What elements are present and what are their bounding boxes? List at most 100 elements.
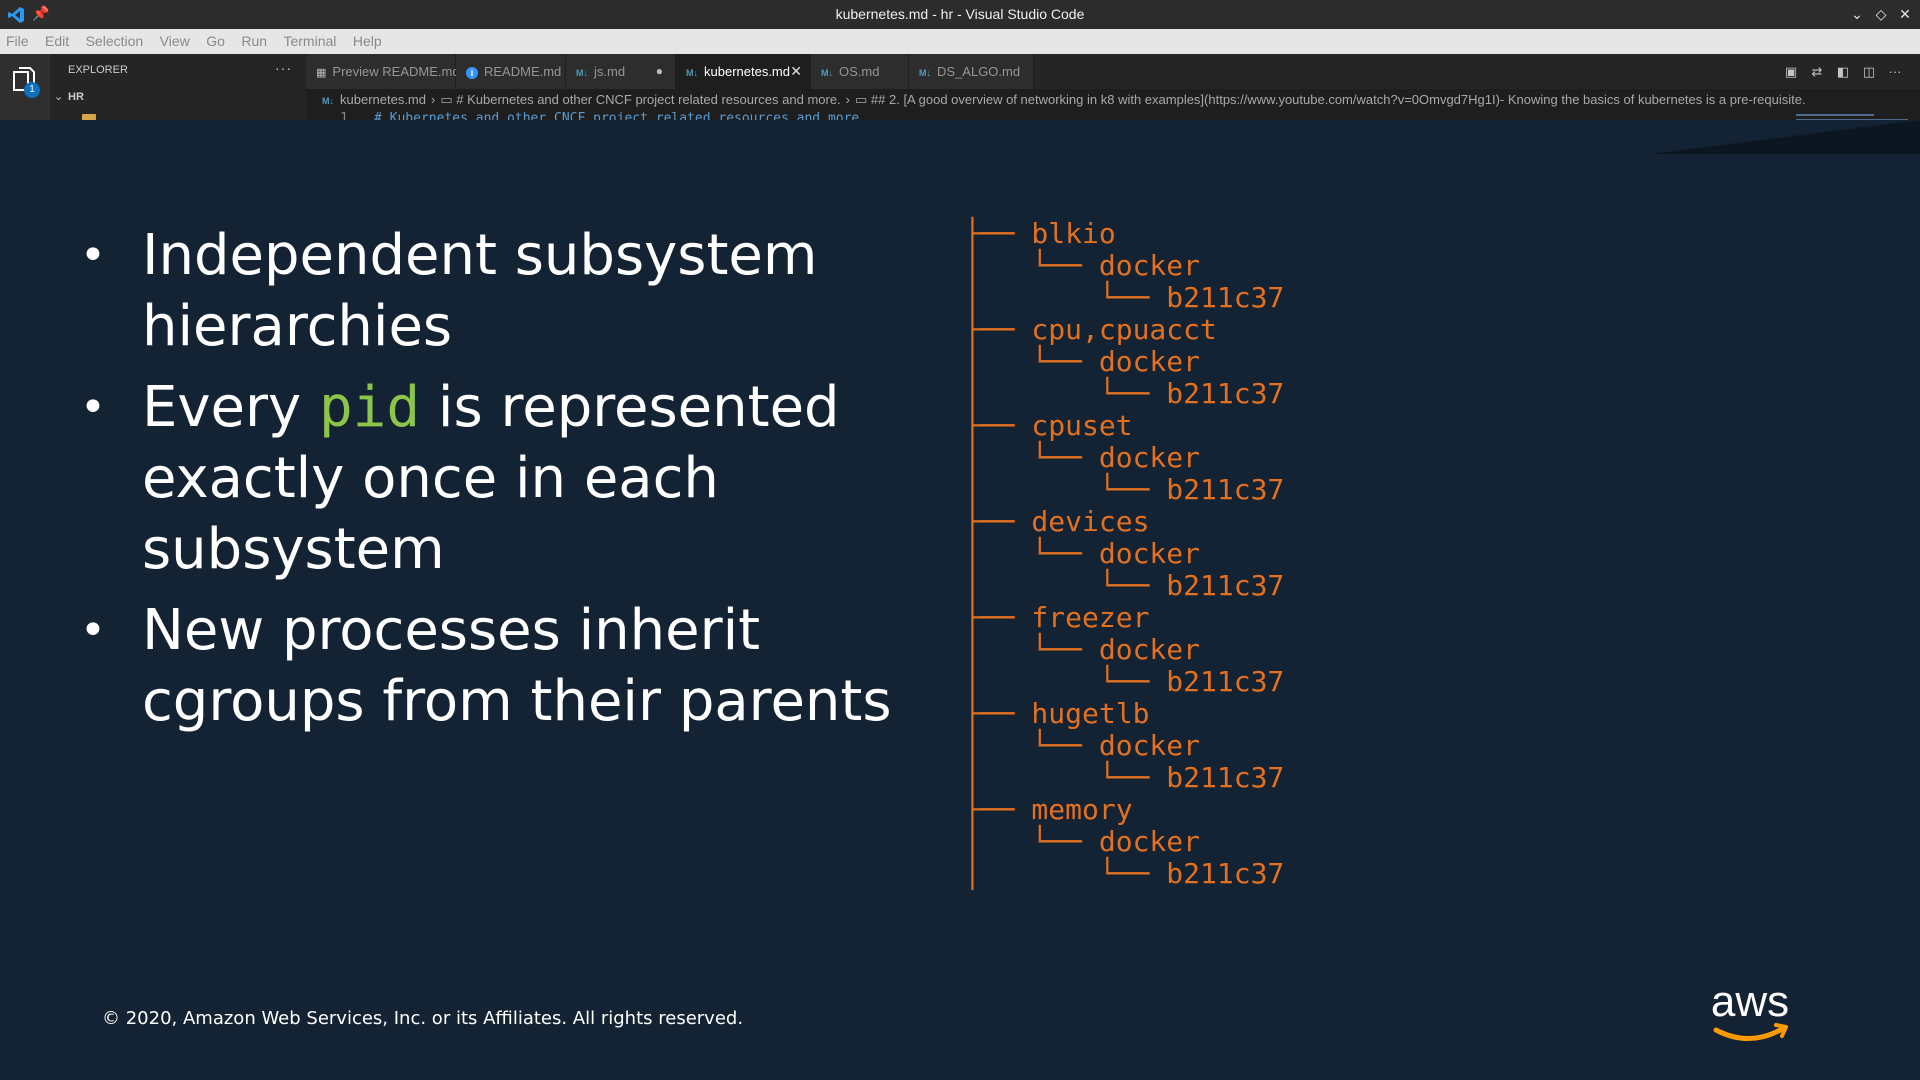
tree-line: │ └── docker <box>964 249 1201 282</box>
line-number: 1 <box>340 111 348 120</box>
minimap[interactable] <box>1796 114 1908 120</box>
tree-line: │ └── docker <box>964 633 1201 666</box>
tree-line: │ └── b211c37 <box>964 857 1285 890</box>
editor-group: ▦ Preview README.md i README.md M↓ js.md ● … <box>306 54 1920 120</box>
bullet-dot-icon: • <box>80 605 106 656</box>
tree-line: │ └── b211c37 <box>964 761 1285 794</box>
tab-os[interactable]: M↓ OS.md <box>811 54 909 89</box>
bullet-text: Every <box>142 375 319 440</box>
tab-bar: ▦ Preview README.md i README.md M↓ js.md ● … <box>306 54 1920 89</box>
menu-view[interactable]: View <box>160 29 190 54</box>
tab-label: kubernetes.md <box>704 64 790 79</box>
copyright-footer: © 2020, Amazon Web Services, Inc. or its… <box>102 1008 744 1029</box>
menu-selection[interactable]: Selection <box>86 29 144 54</box>
aws-logo-text: aws <box>1711 980 1789 1026</box>
tab-js[interactable]: M↓ js.md ● <box>566 54 676 89</box>
tab-label: OS.md <box>839 64 880 79</box>
menu-go[interactable]: Go <box>206 29 225 54</box>
breadcrumb-file[interactable]: kubernetes.md <box>340 92 426 107</box>
folder-label: HR <box>68 91 84 103</box>
menu-help[interactable]: Help <box>353 29 382 54</box>
chevron-right-icon: › <box>431 92 436 107</box>
code-term: pid <box>318 375 421 440</box>
menu-bar: File Edit Selection View Go Run Terminal… <box>0 29 1920 55</box>
open-preview-icon[interactable]: ▣ <box>1778 54 1804 89</box>
bullet-item: • New processes inherit cgroups from thei… <box>80 595 900 737</box>
menu-file[interactable]: File <box>6 29 29 54</box>
tree-line: │ └── docker <box>964 441 1201 474</box>
tab-label: README.md <box>484 64 562 79</box>
breadcrumb-h1[interactable]: # Kubernetes and other CNCF project rela… <box>456 92 840 107</box>
preview-side-icon[interactable]: ◧ <box>1830 54 1856 89</box>
symbol-icon: ▭ <box>855 92 871 107</box>
folder-icon <box>82 114 96 120</box>
tree-line: ├── freezer <box>964 601 1150 634</box>
tab-kubernetes[interactable]: M↓ kubernetes.md ✕ <box>676 54 811 89</box>
symbol-icon: ▭ <box>440 92 457 107</box>
workspace-folder[interactable]: ⌄ HR <box>54 90 84 103</box>
tree-line: │ └── b211c37 <box>964 665 1285 698</box>
slide-shadow <box>1650 120 1920 154</box>
tree-line: │ └── docker <box>964 345 1201 378</box>
bullet-dot-icon: • <box>80 382 106 433</box>
tab-label: js.md <box>594 64 626 79</box>
markdown-icon: M↓ <box>919 68 931 78</box>
explorer-sidebar: EXPLORER ··· ⌄ HR <box>50 54 306 120</box>
chevron-down-icon: ⌄ <box>54 91 64 103</box>
window-title: kubernetes.md - hr - Visual Studio Code <box>835 6 1085 22</box>
tab-label: DS_ALGO.md <box>937 64 1021 79</box>
tree-line: │ └── b211c37 <box>964 377 1285 410</box>
more-actions-icon[interactable]: ··· <box>275 60 292 76</box>
compare-icon[interactable]: ⇄ <box>1804 54 1830 89</box>
tab-label: Preview README.md <box>332 64 460 79</box>
bullet-text: New processes inherit cgroups from their… <box>142 598 892 734</box>
minimize-button[interactable]: ⌄ <box>1846 0 1868 29</box>
close-tab-icon[interactable]: ✕ <box>790 54 802 89</box>
tab-ds-algo[interactable]: M↓ DS_ALGO.md <box>909 54 1034 89</box>
code-text: # Kubernetes and other CNCF project rela… <box>374 111 868 120</box>
explorer-title: EXPLORER <box>68 64 128 76</box>
tab-preview-readme[interactable]: ▦ Preview README.md <box>306 54 460 89</box>
split-editor-icon[interactable]: ◫ <box>1856 54 1882 89</box>
menu-edit[interactable]: Edit <box>45 29 69 54</box>
markdown-icon: M↓ <box>821 68 833 78</box>
tree-line: ├── memory <box>964 793 1133 826</box>
code-line[interactable]: 1 # Kubernetes and other CNCF project rel… <box>306 111 1920 120</box>
chevron-right-icon: › <box>845 92 851 107</box>
tree-line: │ └── docker <box>964 825 1201 858</box>
tree-line: │ └── b211c37 <box>964 281 1285 314</box>
markdown-icon: M↓ <box>686 68 698 78</box>
info-icon: i <box>466 67 478 79</box>
editor-actions: ▣ ⇄ ◧ ◫ ··· <box>1778 54 1908 89</box>
tab-readme[interactable]: i README.md <box>456 54 566 89</box>
menu-run[interactable]: Run <box>241 29 267 54</box>
tree-line: │ └── docker <box>964 537 1201 570</box>
breadcrumb-h2[interactable]: ## 2. [A good overview of networking in … <box>871 92 1806 107</box>
maximize-button[interactable]: ◇ <box>1870 0 1892 29</box>
bullet-text: Independent subsystem hierarchies <box>142 223 818 359</box>
bullet-dot-icon: • <box>80 230 106 281</box>
unsaved-dot-icon[interactable]: ● <box>656 54 663 89</box>
breadcrumb: M↓ kubernetes.md › ▭ # Kubernetes and other… <box>306 89 1920 111</box>
activity-bar: 1 <box>0 54 50 120</box>
aws-logo-icon: aws <box>1711 980 1789 1041</box>
slide-bullet-list: • Independent subsystem hierarchies • Ever… <box>80 220 900 747</box>
markdown-icon: M↓ <box>322 96 334 106</box>
preview-icon: ▦ <box>316 67 327 79</box>
explorer-badge: 1 <box>24 82 40 98</box>
tree-line: ├── devices <box>964 505 1150 538</box>
title-bar: 📌 kubernetes.md - hr - Visual Studio Cod… <box>0 0 1920 29</box>
more-actions-icon[interactable]: ··· <box>1882 54 1908 89</box>
tree-line: ├── cpuset <box>964 409 1133 442</box>
cgroup-tree: ├── blkio │ └── docker │ └── b211c37 ├──… <box>964 218 1284 890</box>
menu-terminal[interactable]: Terminal <box>283 29 336 54</box>
close-window-button[interactable]: ✕ <box>1894 0 1916 29</box>
bullet-item: • Every pid is represented exactly once i… <box>80 372 900 585</box>
bullet-item: • Independent subsystem hierarchies <box>80 220 900 362</box>
workbench: 1 EXPLORER ··· ⌄ HR ▦ Preview README.md iR… <box>0 54 1920 120</box>
tree-line: │ └── docker <box>964 729 1201 762</box>
tree-line: ├── hugetlb <box>964 697 1150 730</box>
markdown-icon: M↓ <box>576 68 588 78</box>
tree-line: ├── blkio <box>964 217 1116 250</box>
tree-line: ├── cpu,cpuacct <box>964 313 1217 346</box>
